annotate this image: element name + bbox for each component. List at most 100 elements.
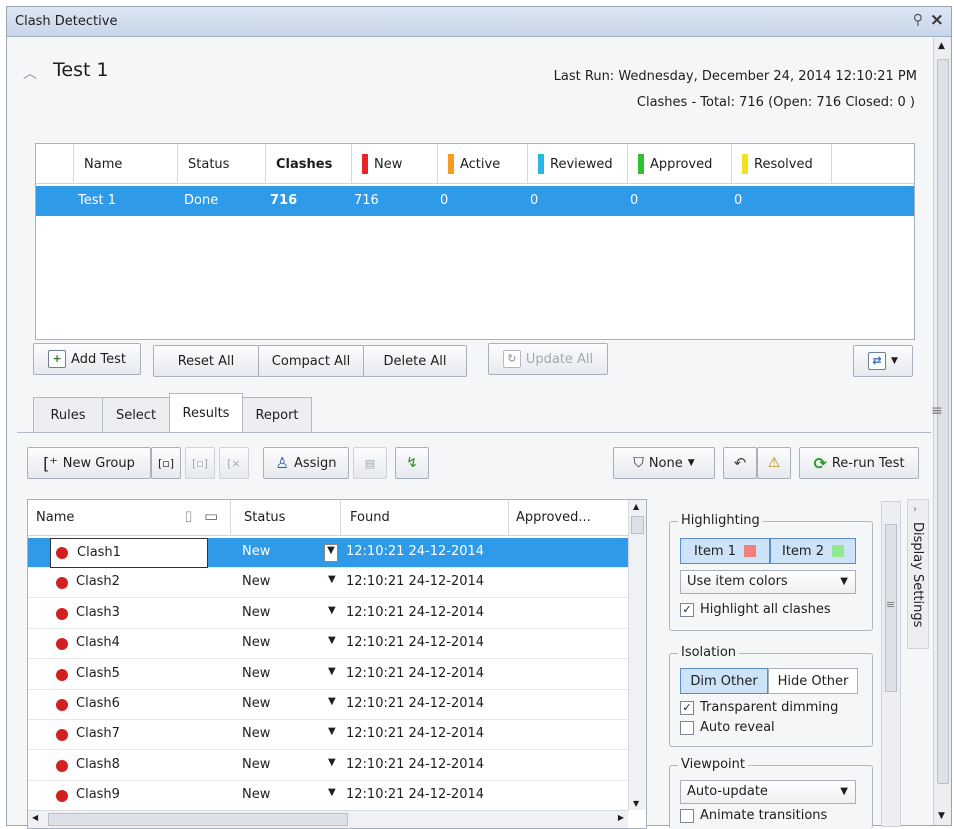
scroll-down-icon[interactable]: ▼ — [633, 799, 639, 808]
dim-other-button[interactable]: Dim Other — [680, 668, 768, 694]
col-active[interactable]: Active — [438, 144, 528, 184]
explode-group-button[interactable]: [× — [219, 447, 249, 479]
scroll-down-icon[interactable]: ▼ — [938, 811, 945, 821]
splitter-grip-icon[interactable]: ≡ — [931, 403, 943, 419]
pin-icon[interactable]: ⚲ — [913, 12, 923, 28]
clash-status-dot-icon — [56, 729, 68, 742]
results-vscroll[interactable]: ▲ ▼ — [628, 500, 646, 810]
table-row[interactable]: Clash5 New ▼ 12:10:21 24-12-2014 — [28, 660, 628, 690]
status-dropdown-icon[interactable]: ▼ — [328, 635, 336, 646]
table-row[interactable]: Clash8 New ▼ 12:10:21 24-12-2014 — [28, 751, 628, 781]
comment-icon: ↯ — [406, 455, 418, 471]
panel-scrollbar[interactable]: ▲ ▼ — [933, 37, 951, 825]
col-reviewed[interactable]: Reviewed — [528, 144, 628, 184]
table-row[interactable]: Clash6 New ▼ 12:10:21 24-12-2014 — [28, 690, 628, 720]
table-row[interactable]: Clash9 New ▼ 12:10:21 24-12-2014 — [28, 781, 628, 812]
test-name-heading: Test 1 — [53, 59, 109, 81]
table-row[interactable]: Clash4 New ▼ 12:10:21 24-12-2014 — [28, 629, 628, 660]
col-approved[interactable]: Approved... — [516, 510, 591, 525]
col-found[interactable]: Found — [350, 510, 390, 525]
clash-found: 12:10:21 24-12-2014 — [346, 604, 485, 620]
tests-table: Name Status Clashes New Active Reviewed … — [35, 143, 915, 340]
col-resolved[interactable]: Resolved — [732, 144, 832, 184]
display-settings-tab[interactable]: › Display Settings — [907, 499, 929, 649]
clash-status: New — [242, 544, 271, 559]
auto-reveal-checkbox[interactable]: Auto reveal — [680, 720, 775, 735]
row-name: Test 1 — [78, 193, 117, 208]
comment-header-icon: ▭ — [204, 507, 219, 525]
status-dropdown-icon[interactable]: ▼ — [328, 605, 336, 616]
status-dropdown-icon[interactable]: ▼ — [328, 787, 336, 798]
results-hscroll[interactable]: ◀ ▶ — [28, 810, 628, 828]
col-approved[interactable]: Approved — [628, 144, 732, 184]
status-dropdown-icon[interactable]: ▼ — [324, 544, 338, 562]
assign-button[interactable]: ♙ Assign — [263, 447, 349, 479]
status-dropdown-icon[interactable]: ▼ — [328, 696, 336, 707]
table-row[interactable]: Clash7 New ▼ 12:10:21 24-12-2014 — [28, 720, 628, 751]
ungroup-button[interactable]: [▫] — [185, 447, 215, 479]
reset-all-button[interactable]: Reset All — [153, 345, 259, 377]
scroll-left-icon[interactable]: ◀ — [32, 813, 38, 822]
add-comment-button[interactable]: ↯ — [395, 447, 429, 479]
table-row[interactable]: Clash3 New ▼ 12:10:21 24-12-2014 — [28, 599, 628, 629]
scroll-thumb[interactable] — [937, 59, 949, 784]
scroll-up-icon[interactable]: ▲ — [938, 41, 945, 51]
display-settings-label: Display Settings — [910, 522, 925, 628]
item1-toggle[interactable]: Item 1 — [680, 538, 770, 564]
grip-icon: ≡ — [886, 598, 896, 611]
new-group-button[interactable]: [⁺ New Group — [27, 447, 151, 479]
tab-select[interactable]: Select — [102, 397, 170, 432]
update-all-button[interactable]: ↻ Update All — [488, 343, 608, 375]
tab-report[interactable]: Report — [242, 397, 312, 432]
tab-rules[interactable]: Rules — [33, 397, 103, 432]
clash-settings-button[interactable]: ⚠ — [757, 447, 791, 479]
table-row[interactable]: Clash1 New ▼ 12:10:21 24-12-2014 — [28, 538, 628, 568]
status-dropdown-icon[interactable]: ▼ — [328, 757, 336, 768]
highlight-mode-select[interactable]: Use item colors ▼ — [680, 570, 856, 594]
viewpoint-mode-select[interactable]: Auto-update ▼ — [680, 780, 856, 804]
item2-toggle[interactable]: Item 2 — [770, 538, 856, 564]
group-selected-button[interactable]: [▫] — [151, 447, 181, 479]
unassign-button[interactable]: ▤ — [353, 447, 387, 479]
hscroll-thumb[interactable] — [48, 813, 348, 826]
animate-transitions-checkbox[interactable]: Animate transitions — [680, 808, 827, 823]
status-dropdown-icon[interactable]: ▼ — [328, 574, 336, 585]
col-new[interactable]: New — [352, 144, 438, 184]
assign-person-icon: ♙ — [275, 454, 289, 472]
table-row[interactable]: Test 1 Done 716 716 0 0 0 0 — [36, 186, 914, 216]
add-test-button[interactable]: + Add Test — [33, 343, 141, 375]
col-name[interactable]: Name — [36, 510, 74, 525]
col-status[interactable]: Status — [178, 144, 266, 184]
status-dropdown-icon[interactable]: ▼ — [328, 726, 336, 737]
status-dropdown-icon[interactable]: ▼ — [328, 666, 336, 677]
clash-name: Clash1 — [50, 538, 208, 568]
reset-view-button[interactable]: ↶ — [723, 447, 757, 479]
scroll-up-icon[interactable]: ▲ — [633, 502, 639, 511]
none-filter-dropdown[interactable]: ⛉ None ▼ — [613, 447, 715, 479]
scroll-right-icon[interactable]: ▶ — [618, 813, 624, 822]
row-status: Done — [184, 193, 219, 208]
scroll-thumb[interactable] — [631, 516, 644, 534]
col-status[interactable]: Status — [244, 510, 285, 525]
tab-results[interactable]: Results — [169, 393, 243, 433]
clash-status-dot-icon — [56, 547, 68, 559]
hide-other-button[interactable]: Hide Other — [768, 668, 858, 694]
camera-icon: ⌷ — [184, 508, 194, 526]
col-clashes[interactable]: Clashes — [266, 144, 352, 184]
side-panel-scrollbar[interactable]: ≡ — [881, 501, 901, 827]
col-name[interactable]: Name — [74, 144, 178, 184]
export-dropdown-button[interactable]: ⇄ ▼ — [853, 345, 913, 377]
item2-color-swatch — [832, 545, 844, 557]
viewpoint-title: Viewpoint — [678, 757, 749, 772]
close-icon[interactable]: × — [930, 10, 944, 30]
delete-all-button[interactable]: Delete All — [363, 345, 467, 377]
collapse-chevron-icon[interactable]: ︿ — [23, 63, 37, 83]
compact-all-button[interactable]: Compact All — [258, 345, 364, 377]
table-row[interactable]: Clash2 New ▼ 12:10:21 24-12-2014 — [28, 568, 628, 599]
clash-name: Clash8 — [76, 756, 120, 772]
row-new: 716 — [354, 193, 379, 208]
highlight-all-checkbox[interactable]: ✓ Highlight all clashes — [680, 602, 831, 617]
transparent-dimming-checkbox[interactable]: ✓ Transparent dimming — [680, 700, 838, 715]
rerun-test-button[interactable]: ⟳ Re-run Test — [799, 447, 919, 479]
clash-status: New — [242, 604, 271, 620]
